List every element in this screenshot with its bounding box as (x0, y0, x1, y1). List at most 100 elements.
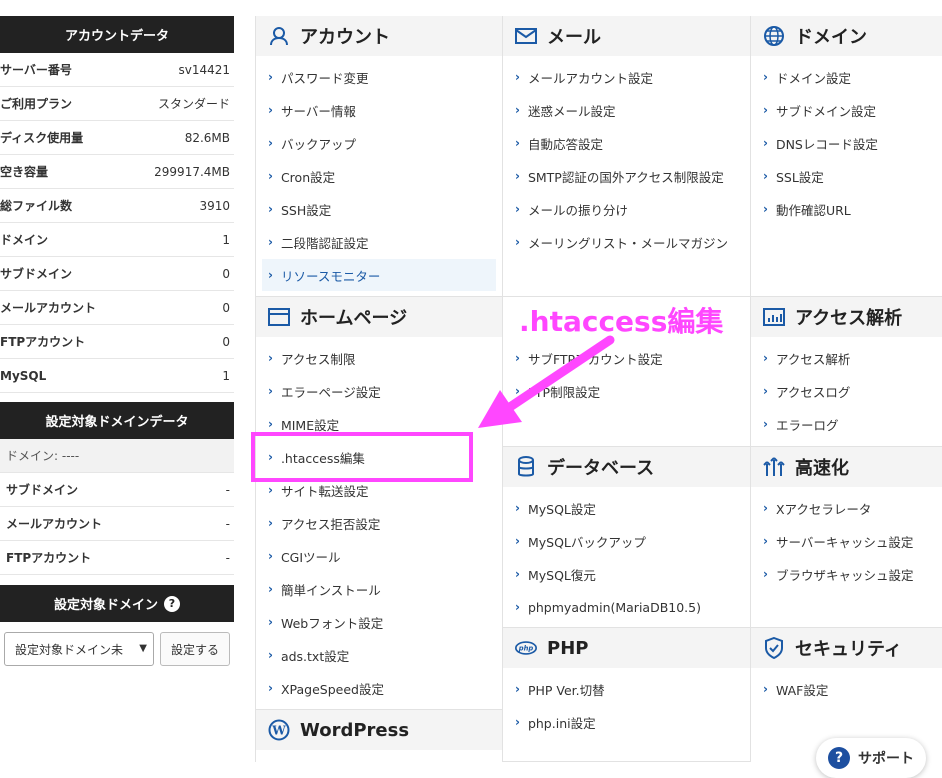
menu-password-change[interactable]: › パスワード変更 (262, 61, 496, 93)
menu-server-info[interactable]: › サーバー情報 (262, 94, 496, 126)
chevron-right-icon: › (268, 70, 273, 84)
menu-phpmyadmin[interactable]: › phpmyadmin(MariaDB10.5) (509, 591, 744, 623)
set-domain-button[interactable]: 設定する (160, 632, 230, 666)
menu-label: サブドメイン設定 (775, 103, 876, 119)
menu-waf[interactable]: › WAF設定 (757, 673, 936, 705)
menu-label: MIME設定 (280, 417, 340, 433)
row-label: サーバー番号 (0, 63, 72, 77)
menu-label: CGIツール (280, 549, 341, 565)
menu-easy-install[interactable]: › 簡単インストール (262, 573, 496, 605)
menu-ads-txt[interactable]: › ads.txt設定 (262, 639, 496, 671)
menu-php-ini[interactable]: › php.ini設定 (509, 706, 744, 738)
panel-title: ホームページ (300, 308, 408, 329)
chevron-right-icon: › (268, 384, 273, 398)
menu-label: サーバーキャッシュ設定 (775, 534, 914, 550)
chevron-right-icon: › (763, 501, 768, 515)
menu-cron[interactable]: › Cron設定 (262, 160, 496, 192)
support-button[interactable]: ? サポート (816, 738, 926, 778)
chevron-right-icon: › (515, 600, 520, 614)
chevron-right-icon: › (515, 501, 520, 515)
menu-access-restrict[interactable]: › アクセス制限 (262, 342, 496, 374)
sidebar-row-free-space: 空き容量 299917.4MB (0, 155, 234, 189)
user-icon (268, 25, 290, 47)
menu-cgi[interactable]: › CGIツール (262, 540, 496, 572)
chevron-right-icon: › (515, 136, 520, 150)
menu-access-analytics[interactable]: › アクセス解析 (757, 342, 936, 374)
menu-mailing-list[interactable]: › メーリングリスト・メールマガジン (509, 226, 744, 258)
menu-resource-monitor[interactable]: › リソースモニター (262, 259, 496, 291)
chevron-right-icon: › (763, 103, 768, 117)
menu-error-page[interactable]: › エラーページ設定 (262, 375, 496, 407)
annotation-highlight-box (251, 432, 473, 482)
menu-access-log[interactable]: › アクセスログ (757, 375, 936, 407)
chevron-right-icon: › (763, 417, 768, 431)
chevron-right-icon: › (268, 417, 273, 431)
menu-mail-filter[interactable]: › メールの振り分け (509, 193, 744, 225)
row-value: スタンダード (157, 97, 230, 111)
support-label: サポート (858, 751, 914, 767)
menu-label: SSH設定 (280, 202, 332, 218)
svg-text:W: W (271, 724, 286, 738)
chevron-right-icon: › (515, 169, 520, 183)
sidebar-row-disk-usage: ディスク使用量 82.6MB (0, 121, 234, 155)
menu-mysql-restore[interactable]: › MySQL復元 (509, 558, 744, 590)
panel-title: ドメイン (795, 27, 867, 48)
menu-label: Webフォント設定 (280, 615, 384, 631)
domain-label-row: ドメイン: ---- (0, 439, 234, 473)
menu-error-log[interactable]: › エラーログ (757, 408, 936, 440)
row-label: ディスク使用量 (0, 131, 84, 145)
chevron-down-icon: ▼ (139, 643, 147, 654)
menu-ssh[interactable]: › SSH設定 (262, 193, 496, 225)
sidebar-row-mysql: MySQL 1 (0, 359, 234, 393)
menu-spam[interactable]: › 迷惑メール設定 (509, 94, 744, 126)
chevron-right-icon: › (763, 202, 768, 216)
panel-wordpress-header: W WordPress (256, 710, 502, 750)
panel-analytics-header: アクセス解析 (751, 297, 942, 337)
menu-smtp-restrict[interactable]: › SMTP認証の国外アクセス制限設定 (509, 160, 744, 192)
row-label: FTPアカウント (6, 551, 92, 565)
menu-access-deny[interactable]: › アクセス拒否設定 (262, 507, 496, 539)
chevron-right-icon: › (268, 582, 273, 596)
chevron-right-icon: › (268, 136, 273, 150)
menu-php-version[interactable]: › PHP Ver.切替 (509, 673, 744, 705)
menu-dns[interactable]: › DNSレコード設定 (757, 127, 936, 159)
speed-arrows-icon (763, 456, 785, 478)
menu-mysql-settings[interactable]: › MySQL設定 (509, 492, 744, 524)
menu-mail-account[interactable]: › メールアカウント設定 (509, 61, 744, 93)
menu-label: バックアップ (280, 136, 356, 152)
menu-domain-settings[interactable]: › ドメイン設定 (757, 61, 936, 93)
menu-xpagespeed[interactable]: › XPageSpeed設定 (262, 672, 496, 704)
menu-x-accelerator[interactable]: › Xアクセラレータ (757, 492, 936, 524)
menu-ssl[interactable]: › SSL設定 (757, 160, 936, 192)
menu-two-factor[interactable]: › 二段階認証設定 (262, 226, 496, 258)
menu-test-url[interactable]: › 動作確認URL (757, 193, 936, 225)
menu-mysql-backup[interactable]: › MySQLバックアップ (509, 525, 744, 557)
menu-subdomain[interactable]: › サブドメイン設定 (757, 94, 936, 126)
chevron-right-icon: › (268, 169, 273, 183)
menu-auto-reply[interactable]: › 自動応答設定 (509, 127, 744, 159)
menu-label: SMTP認証の国外アクセス制限設定 (527, 169, 724, 185)
chevron-right-icon: › (515, 70, 520, 84)
panel-title: PHP (547, 637, 589, 659)
chevron-right-icon: › (268, 351, 273, 365)
menu-web-font[interactable]: › Webフォント設定 (262, 606, 496, 638)
chevron-right-icon: › (268, 202, 273, 216)
menu-label: php.ini設定 (527, 715, 596, 731)
chevron-right-icon: › (268, 516, 273, 530)
row-label: メールアカウント (0, 301, 97, 315)
panel-mail: メール › メールアカウント設定 › 迷惑メール設定 › 自動応答設定 › SMTP認証… (502, 16, 750, 297)
row-value: 0 (222, 266, 230, 281)
menu-server-cache[interactable]: › サーバーキャッシュ設定 (757, 525, 936, 557)
account-data-title: アカウントデータ (0, 16, 234, 53)
browser-window-icon (268, 306, 290, 328)
chevron-right-icon: › (268, 103, 273, 117)
menu-browser-cache[interactable]: › ブラウザキャッシュ設定 (757, 558, 936, 590)
menu-label: アクセスログ (775, 384, 851, 400)
panel-title: メール (547, 27, 601, 48)
sidebar-row-plan: ご利用プラン スタンダード (0, 87, 234, 121)
menu-backup[interactable]: › バックアップ (262, 127, 496, 159)
menu-label: MySQL復元 (527, 567, 596, 583)
target-domain-select[interactable]: 設定対象ドメイン未 ▼ (4, 632, 154, 666)
help-icon[interactable]: ? (164, 595, 180, 612)
target-domain-label: 設定対象ドメイン (53, 598, 158, 613)
